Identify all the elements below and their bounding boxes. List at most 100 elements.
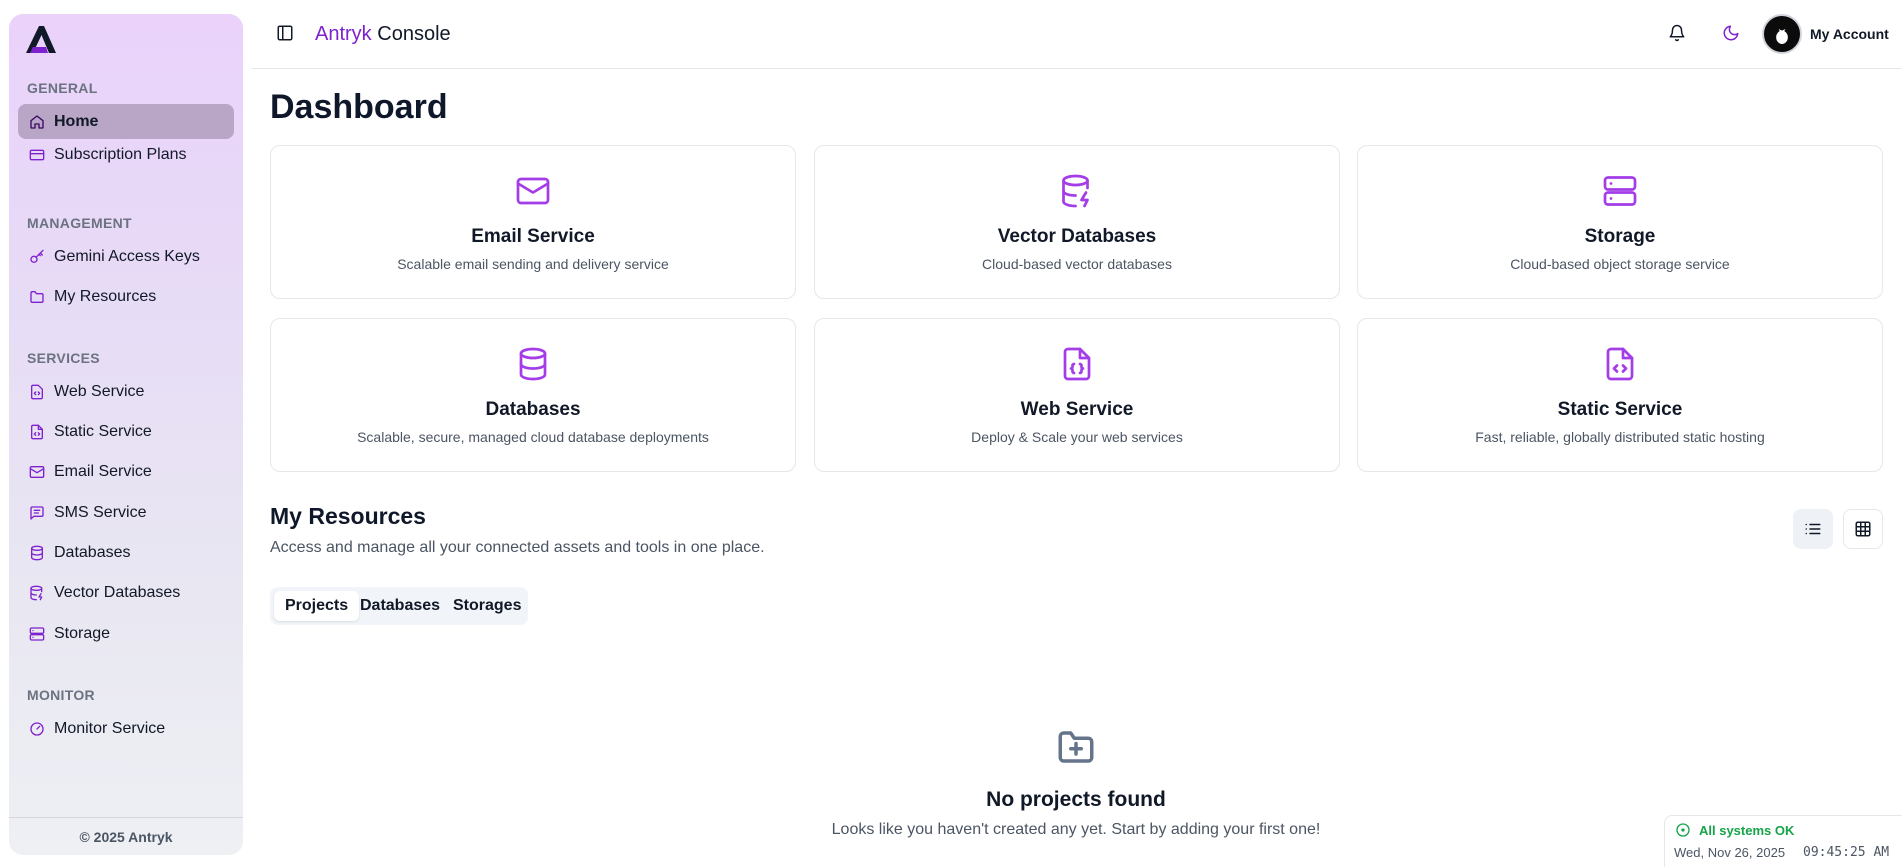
grid-icon [1855, 521, 1871, 537]
section-monitor: MONITOR [27, 687, 95, 703]
sidebar-item-static-service[interactable]: Static Service [18, 414, 234, 449]
sidebar-item-my-resources[interactable]: My Resources [18, 279, 234, 314]
sidebar-item-label: SMS Service [54, 503, 147, 521]
status-badge: All systems OK [1675, 822, 1794, 838]
system-status-widget: All systems OK Wed, Nov 26, 2025 09:45:2… [1664, 815, 1902, 867]
card-title: Web Service [1020, 399, 1134, 420]
database-icon [28, 544, 45, 561]
resources-subtitle: Access and manage all your connected ass… [270, 539, 765, 556]
message-square-icon [28, 504, 45, 521]
card-static-service[interactable]: Static Service Fast, reliable, globally … [1357, 318, 1883, 472]
account-label: My Account [1810, 26, 1889, 42]
sidebar-item-home[interactable]: Home [18, 104, 234, 139]
key-icon [28, 248, 45, 265]
card-email-service[interactable]: Email Service Scalable email sending and… [270, 145, 796, 299]
card-web-service[interactable]: Web Service Deploy & Scale your web serv… [814, 318, 1340, 472]
moon-icon [1723, 25, 1739, 41]
list-view-button[interactable] [1793, 509, 1833, 549]
card-title: Vector Databases [997, 226, 1157, 247]
mail-icon [28, 463, 45, 480]
card-description: Fast, reliable, globally distributed sta… [1475, 429, 1765, 445]
database-zap-icon [1059, 173, 1095, 209]
sidebar-item-monitor-service[interactable]: Monitor Service [18, 711, 234, 746]
sidebar-item-label: Storage [54, 624, 111, 642]
status-ok-icon [1676, 823, 1690, 837]
card-description: Deploy & Scale your web services [971, 429, 1183, 445]
card-description: Scalable, secure, managed cloud database… [357, 429, 709, 445]
top-header: Antryk Console My Account [252, 0, 1902, 69]
sidebar-item-gemini-access-keys[interactable]: Gemini Access Keys [18, 239, 234, 274]
sidebar-item-label: Databases [54, 543, 131, 561]
section-management: MANAGEMENT [27, 215, 132, 231]
sidebar-item-sms-service[interactable]: SMS Service [18, 495, 234, 530]
file-code-icon [28, 383, 45, 400]
avatar [1762, 14, 1802, 54]
notifications-button[interactable] [1668, 24, 1688, 44]
home-icon [28, 113, 45, 130]
sidebar-item-web-service[interactable]: Web Service [18, 374, 234, 409]
sidebar-toggle-button[interactable] [276, 24, 296, 44]
sidebar-item-email-service[interactable]: Email Service [18, 454, 234, 489]
card-description: Scalable email sending and delivery serv… [397, 256, 669, 272]
file-code-icon [1602, 346, 1638, 382]
sidebar-item-databases[interactable]: Databases [18, 535, 234, 570]
sidebar-item-label: Vector Databases [54, 583, 181, 601]
card-title: Storage [1584, 226, 1656, 247]
status-time: 09:45:25 AM [1803, 845, 1890, 860]
database-zap-icon [28, 584, 45, 601]
card-description: Cloud-based vector databases [982, 256, 1172, 272]
empty-state-title: No projects found [986, 788, 1166, 811]
sidebar-item-label: Web Service [54, 382, 145, 400]
grid-view-button[interactable] [1843, 509, 1883, 549]
card-title: Static Service [1557, 399, 1683, 420]
sidebar-item-label: My Resources [54, 287, 157, 305]
brand-accent: Antryk [315, 23, 372, 45]
tab-storages[interactable]: Storages [442, 591, 532, 621]
folder-plus-icon [1054, 726, 1098, 768]
sidebar-item-storage[interactable]: Storage [18, 616, 234, 651]
server-icon [28, 625, 45, 642]
account-menu-button[interactable]: My Account [1762, 14, 1889, 54]
app-root: GENERAL Home Subscription Plans MANAGEME… [0, 0, 1902, 867]
section-services: SERVICES [27, 350, 100, 366]
brand-rest: Console [377, 23, 451, 45]
resources-tabs: Projects Databases Storages [270, 587, 528, 625]
theme-toggle-button[interactable] [1722, 24, 1742, 44]
panel-left-icon [277, 25, 293, 41]
tab-projects[interactable]: Projects [274, 591, 360, 621]
sidebar-item-label: Static Service [54, 422, 152, 440]
card-title: Email Service [471, 226, 595, 247]
sidebar-item-label: Email Service [54, 462, 152, 480]
card-databases[interactable]: Databases Scalable, secure, managed clou… [270, 318, 796, 472]
card-storage[interactable]: Storage Cloud-based object storage servi… [1357, 145, 1883, 299]
resources-title: My Resources [270, 503, 426, 529]
antryk-logo[interactable] [24, 23, 58, 55]
card-title: Databases [485, 399, 581, 420]
database-icon [515, 346, 551, 382]
sidebar-item-label: Gemini Access Keys [54, 247, 200, 265]
sidebar-item-vector-databases[interactable]: Vector Databases [18, 575, 234, 610]
sidebar-item-subscription-plans[interactable]: Subscription Plans [18, 137, 234, 172]
card-description: Cloud-based object storage service [1510, 256, 1730, 272]
card-vector-databases[interactable]: Vector Databases Cloud-based vector data… [814, 145, 1340, 299]
brand-title: Antryk Console [315, 23, 451, 46]
sidebar-item-label: Subscription Plans [54, 145, 187, 163]
sidebar-item-label: Monitor Service [54, 719, 166, 737]
gauge-icon [28, 720, 45, 737]
folder-icon [28, 288, 45, 305]
file-code-icon [28, 423, 45, 440]
page-title: Dashboard [270, 88, 448, 126]
empty-state-subtitle: Looks like you haven't created any yet. … [831, 821, 1321, 838]
credit-card-icon [28, 146, 45, 163]
list-icon [1805, 523, 1821, 535]
mail-icon [515, 173, 551, 209]
status-text: All systems OK [1699, 822, 1795, 838]
status-date: Wed, Nov 26, 2025 [1674, 845, 1786, 860]
sidebar: GENERAL Home Subscription Plans MANAGEME… [9, 14, 243, 855]
sidebar-item-label: Home [54, 112, 99, 130]
file-braces-icon [1059, 346, 1095, 382]
bell-icon [1669, 24, 1685, 42]
section-general: GENERAL [27, 80, 98, 96]
server-icon [1602, 173, 1638, 209]
tab-databases[interactable]: Databases [349, 591, 451, 621]
